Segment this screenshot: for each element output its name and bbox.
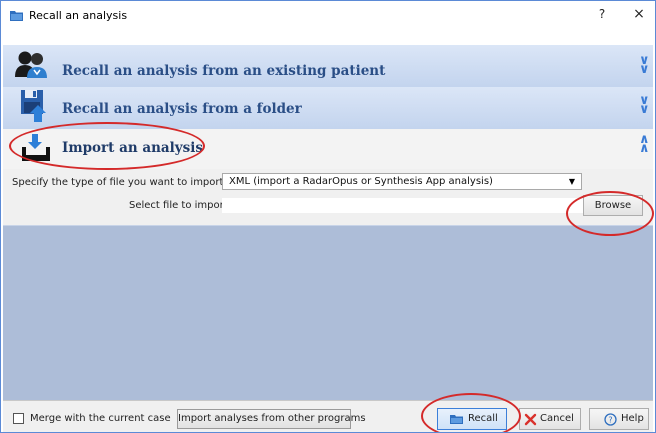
chevron-down-icon[interactable]: ∨ ∨ (639, 54, 650, 76)
chevron-up-icon[interactable]: ∧ ∧ (639, 133, 650, 155)
import-other-programs-button[interactable]: Import analyses from other programs (177, 409, 366, 429)
empty-content-area (3, 226, 653, 400)
cancel-button[interactable]: Cancel (519, 408, 581, 430)
panel-header-import-analysis[interactable]: Import an analysis ∧ ∧ (3, 129, 653, 169)
svg-text:?: ? (608, 416, 612, 425)
folder-icon (10, 11, 23, 21)
dialog-footer: Merge with the current case Import analy… (3, 400, 653, 432)
dropdown-arrow-icon: ▼ (568, 177, 575, 186)
recall-button[interactable]: Recall (437, 408, 507, 430)
save-to-folder-icon (21, 90, 46, 122)
title-bar: Recall an analysis ? × (1, 1, 655, 31)
cancel-label: Cancel (540, 413, 574, 424)
panel-header-from-folder[interactable]: Recall an analysis from a folder ∨ ∨ (3, 87, 653, 130)
file-path-input[interactable] (222, 198, 584, 213)
file-type-selected-value: XML (import a RadarOpus or Synthesis App… (229, 176, 493, 187)
select-file-label: Select file to import: (129, 200, 232, 211)
merge-checkbox[interactable] (13, 413, 24, 424)
import-tray-icon (22, 134, 50, 161)
file-type-select[interactable]: XML (import a RadarOpus or Synthesis App… (222, 173, 582, 190)
panel-title-existing-patient: Recall an analysis from an existing pati… (62, 63, 386, 79)
help-label: Help (621, 413, 644, 424)
cancel-x-icon (524, 413, 537, 426)
help-icon[interactable]: ? (595, 7, 609, 21)
file-type-label: Specify the type of file you want to imp… (12, 177, 227, 188)
panel-title-from-folder: Recall an analysis from a folder (62, 101, 302, 117)
close-icon[interactable]: × (631, 6, 647, 22)
folder-icon (450, 415, 463, 424)
panel-header-existing-patient[interactable]: Recall an analysis from an existing pati… (3, 45, 653, 88)
panel-title-import-analysis: Import an analysis (62, 140, 203, 156)
browse-button[interactable]: Browse (583, 195, 643, 216)
recall-analysis-dialog: Recall an analysis ? × Recall an analysi… (0, 0, 656, 433)
help-circle-icon: ? (604, 413, 617, 426)
chevron-down-icon[interactable]: ∨ ∨ (639, 94, 650, 116)
import-panel-body: Specify the type of file you want to imp… (3, 169, 653, 226)
merge-label: Merge with the current case (30, 413, 171, 424)
patients-icon (15, 51, 47, 78)
recall-label: Recall (468, 413, 498, 424)
window-title: Recall an analysis (29, 9, 128, 22)
help-button[interactable]: ? Help (589, 408, 649, 430)
